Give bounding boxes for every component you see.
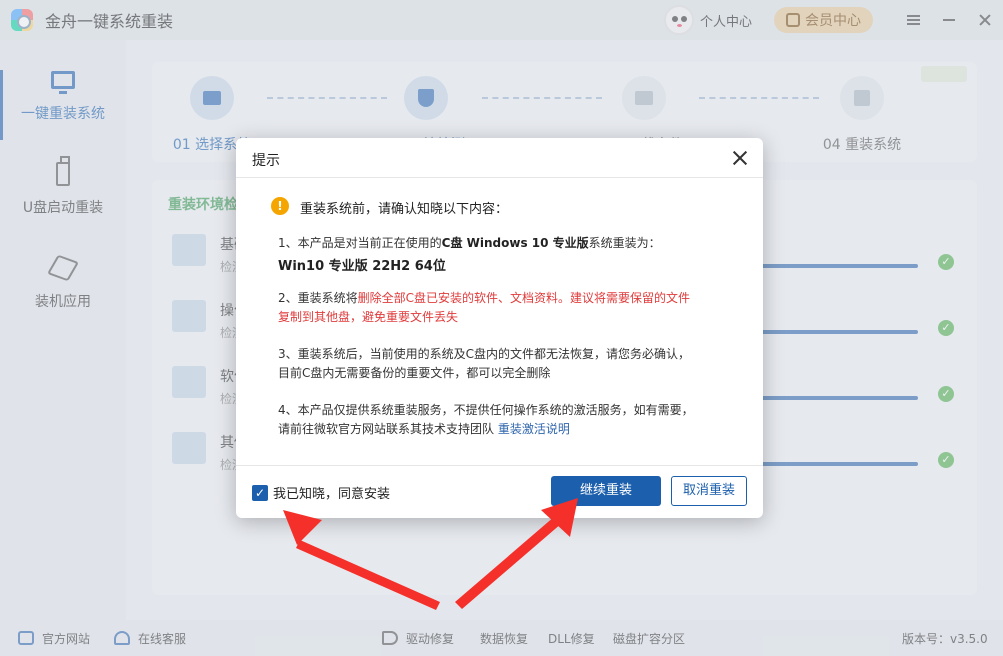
continue-reinstall-button[interactable]: 继续重装 (551, 476, 661, 506)
reinstall-confirm-dialog: 提示 ! 重装系统前，请确认知晓以下内容： 1、本产品是对当前正在使用的C盘 W… (236, 138, 763, 518)
notice-text: 请前往微软官方网站联系其技术支持团队 (278, 422, 495, 436)
notice-text: 目前C盘内无需要备份的重要文件，都可以完全删除 (278, 366, 551, 380)
agree-checkbox[interactable]: ✓ 我已知晓，同意安装 (252, 483, 390, 502)
notice-item-4: 4、本产品仅提供系统重装服务，不提供任何操作系统的激活服务，如有需要， 请前往微… (278, 401, 738, 439)
warning-text: 重装系统前，请确认知晓以下内容： (300, 202, 509, 217)
notice-item-2: 2、重装系统将删除全部C盘已安装的软件、文档资料。建议将需要保留的文件 复制到其… (278, 289, 738, 327)
dialog-title: 提示 (252, 153, 280, 169)
current-system: C盘 Windows 10 专业版 (441, 236, 589, 250)
notice-text: 4、本产品仅提供系统重装服务，不提供任何操作系统的激活服务，如有需要， (278, 403, 694, 417)
activation-guide-link[interactable]: 重装激活说明 (498, 422, 570, 436)
checkbox-checked-icon[interactable]: ✓ (252, 484, 268, 501)
warning-icon: ! (271, 197, 289, 215)
notice-text: 系统重装为： (588, 236, 661, 250)
cancel-reinstall-button[interactable]: 取消重装 (671, 476, 747, 506)
dialog-header: 提示 (236, 138, 763, 178)
target-system: Win10 专业版 22H2 64位 (278, 259, 446, 274)
danger-text: 删除全部C盘已安装的软件、文档资料。建议将需要保留的文件 (357, 291, 691, 305)
danger-text: 复制到其他盘，避免重要文件丢失 (278, 310, 459, 324)
notice-text: 1、本产品是对当前正在使用的 (278, 236, 442, 250)
agree-label: 我已知晓，同意安装 (273, 487, 391, 502)
notice-text: 3、重装系统后，当前使用的系统及C盘内的文件都无法恢复，请您务必确认， (278, 347, 691, 361)
notice-item-3: 3、重装系统后，当前使用的系统及C盘内的文件都无法恢复，请您务必确认， 目前C盘… (278, 345, 738, 383)
dialog-close-button[interactable] (729, 147, 751, 169)
notice-text: 2、重装系统将 (278, 291, 358, 305)
notice-item-1: 1、本产品是对当前正在使用的C盘 Windows 10 专业版系统重装为： Wi… (278, 234, 738, 276)
dialog-divider (236, 465, 763, 466)
